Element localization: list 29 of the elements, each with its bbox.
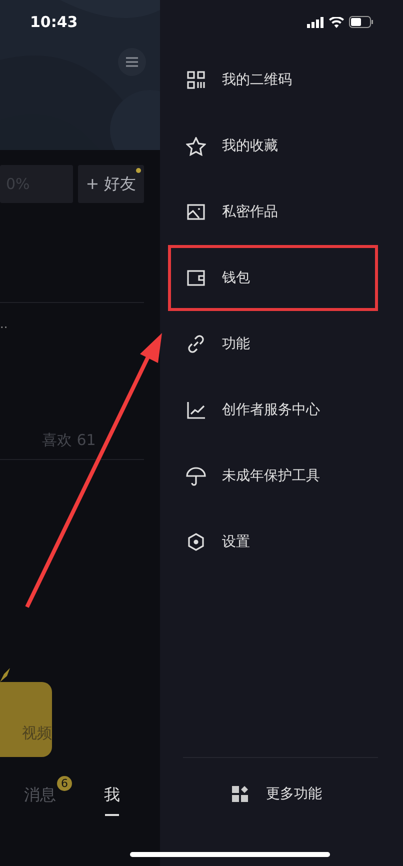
wifi-icon: [329, 16, 344, 28]
signal-icon: [307, 16, 324, 28]
tab[interactable]: 我: [104, 785, 120, 816]
likes-count: 喜欢 61: [42, 431, 96, 449]
menu-item[interactable]: 私密作品: [168, 179, 378, 245]
qr-code-icon: [187, 71, 205, 89]
status-time: 10:43: [30, 13, 78, 31]
apps-icon: [232, 786, 248, 802]
menu-item[interactable]: 未成年保护工具: [168, 443, 378, 509]
wallet-icon: [187, 270, 205, 286]
menu-item[interactable]: 我的收藏: [168, 113, 378, 179]
more-features-button[interactable]: 更多功能: [232, 785, 322, 803]
sparkle-icon: [0, 668, 10, 682]
menu-item[interactable]: 功能: [168, 311, 378, 377]
umbrella-icon: [186, 466, 206, 486]
line-chart-icon: [187, 402, 205, 418]
image-icon: [187, 204, 205, 220]
link-icon: [187, 335, 205, 353]
menu-item[interactable]: 钱包: [168, 245, 378, 311]
menu-item[interactable]: 创作者服务中心: [168, 377, 378, 443]
menu-item[interactable]: 设置: [168, 509, 378, 575]
bio-text: ..: [0, 317, 8, 331]
menu-item[interactable]: 我的二维码: [168, 47, 378, 113]
badge: 6: [57, 776, 72, 791]
battery-icon: [349, 16, 373, 28]
settings-icon: [187, 533, 205, 551]
add-friend-button[interactable]: + 好友: [78, 165, 144, 203]
star-icon: [186, 136, 206, 156]
menu-icon: [126, 57, 138, 67]
